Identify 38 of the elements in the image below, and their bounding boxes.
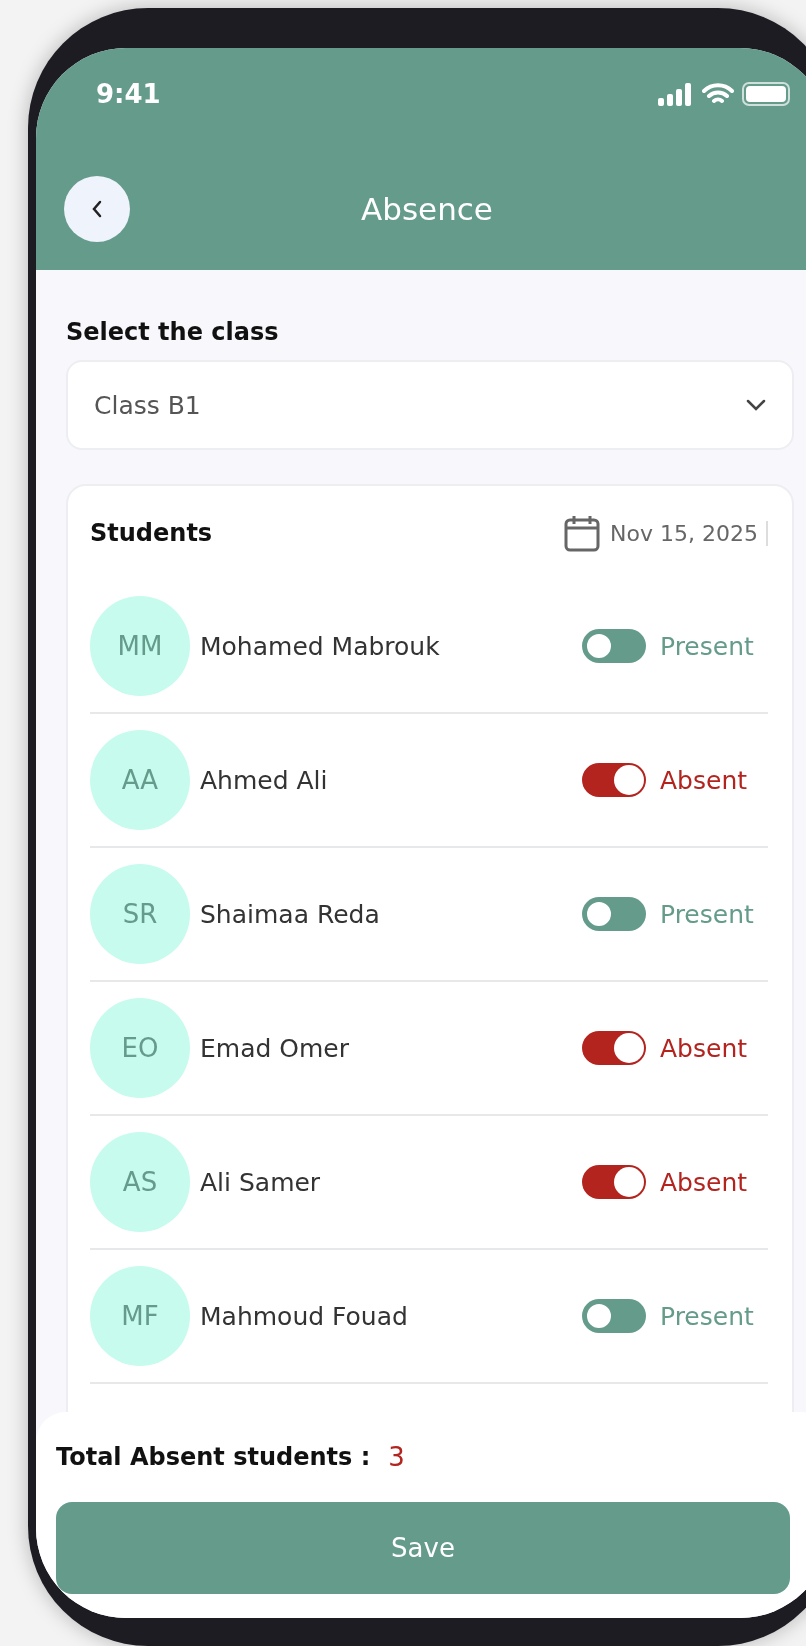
attendance-status: Absent xyxy=(660,1033,749,1063)
field-label: Select the class xyxy=(66,318,280,346)
wifi-icon xyxy=(702,82,734,106)
card-title: Students xyxy=(90,519,213,547)
student-name: Mahmoud Fouad xyxy=(200,1301,409,1331)
attendance-toggle[interactable] xyxy=(582,897,646,931)
attendance-status: Absent xyxy=(660,765,749,795)
attendance-toggle[interactable] xyxy=(582,1031,646,1065)
signal-icon xyxy=(658,82,694,106)
student-name: Shaimaa Reda xyxy=(200,899,381,929)
attendance-toggle[interactable] xyxy=(582,1299,646,1333)
battery-icon xyxy=(742,82,790,106)
student-name: Ahmed Ali xyxy=(200,765,329,795)
attendance-status: Present xyxy=(660,631,755,661)
chevron-down-icon xyxy=(746,399,766,411)
attendance-status: Present xyxy=(660,899,755,929)
chevron-left-icon xyxy=(90,199,104,219)
attendance-status: Absent xyxy=(660,1167,749,1197)
attendance-toggle[interactable] xyxy=(582,1165,646,1199)
attendance-status: Present xyxy=(660,1301,755,1331)
student-name: Mohamed Mabrouk xyxy=(200,631,441,661)
status-time: 9:41 xyxy=(96,79,161,109)
total-label: Total Absent students : xyxy=(56,1443,371,1471)
avatar-initials: EO xyxy=(90,998,190,1098)
student-name: Ali Samer xyxy=(200,1167,322,1197)
total-count: 3 xyxy=(388,1442,405,1472)
class-dropdown[interactable]: Class B1 xyxy=(66,360,794,450)
avatar-initials: AA xyxy=(90,730,190,830)
date-text: Nov 15, 2025 xyxy=(610,520,768,546)
page-title: Absence xyxy=(360,191,494,227)
avatar-initials: MM xyxy=(90,596,190,696)
calendar-icon[interactable] xyxy=(564,514,601,552)
student-name: Emad Omer xyxy=(200,1033,350,1063)
avatar-initials: MF xyxy=(90,1266,190,1366)
avatar-initials: SR xyxy=(90,864,190,964)
attendance-toggle[interactable] xyxy=(582,629,646,663)
avatar-initials: AS xyxy=(90,1132,190,1232)
attendance-toggle[interactable] xyxy=(582,763,646,797)
